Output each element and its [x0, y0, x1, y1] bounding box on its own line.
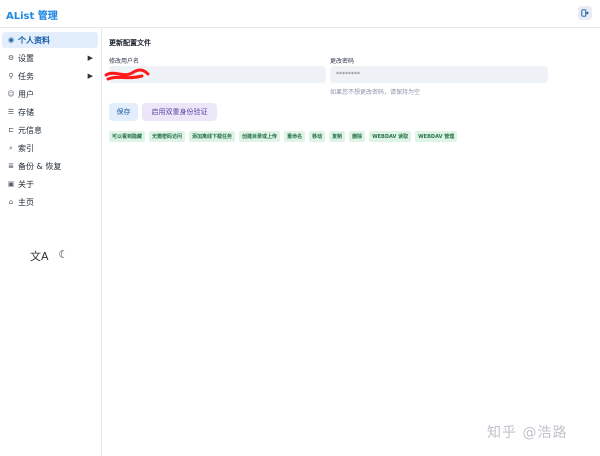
tasks-icon: ⚲ — [8, 72, 14, 80]
sidebar-item-index[interactable]: ⌕ 索引 — [2, 140, 98, 156]
gear-icon: ⚙ — [7, 54, 15, 62]
sidebar-item-label: 索引 — [18, 143, 34, 153]
sidebar-item-label: 元信息 — [18, 125, 42, 135]
meta-icon: ⊏ — [8, 126, 14, 134]
sidebar-item-label: 设置 — [18, 53, 34, 63]
permission-tag: WEBDAV 管理 — [415, 131, 458, 142]
sidebar-item-label: 用户 — [18, 89, 34, 99]
page-title: 更新配置文件 — [109, 39, 151, 47]
sidebar-item-meta[interactable]: ⊏ 元信息 — [2, 122, 98, 138]
password-hint: 如果您不想更改密码，请保持为空 — [330, 89, 421, 96]
enable-2fa-button[interactable]: 启用双重身份验证 — [142, 103, 217, 121]
password-field[interactable] — [330, 66, 548, 83]
sidebar-item-about[interactable]: ▣ 关于 — [2, 176, 98, 192]
sidebar-tools: 文A ☾ — [30, 248, 68, 264]
chevron-right-icon: ▶ — [87, 54, 93, 62]
permission-tag: 添加离线下载任务 — [189, 131, 236, 142]
app-title[interactable]: AList 管理 — [6, 7, 58, 22]
logout-icon — [581, 9, 589, 17]
sidebar-item-users[interactable]: ☺ 用户 — [2, 86, 98, 102]
home-icon: ⌂ — [8, 198, 14, 206]
sidebar-item-label: 关于 — [18, 179, 34, 189]
moon-icon[interactable]: ☾ — [59, 248, 69, 264]
permission-tags: 可以看到隐藏 无需密码访问 添加离线下载任务 创建目录或上传 重命名 移动 复制… — [109, 131, 458, 142]
sidebar-item-label: 个人资料 — [18, 35, 50, 45]
sidebar-item-label: 存储 — [18, 107, 34, 117]
search-icon: ⌕ — [9, 143, 13, 152]
info-icon: ▣ — [7, 180, 15, 188]
watermark: 知乎 @浩路 — [487, 425, 568, 441]
main-content: 更新配置文件 修改用户名 更改密码 如果您不想更改密码，请保持为空 保存 启用双… — [102, 28, 600, 456]
permission-tag: 复制 — [329, 131, 346, 142]
user-circle-icon: ◉ — [7, 36, 15, 44]
sidebar-item-home[interactable]: ⌂ 主页 — [2, 194, 98, 210]
logout-button[interactable] — [578, 6, 592, 20]
sidebar-item-storage[interactable]: ☰ 存储 — [2, 104, 98, 120]
user-icon: ☺ — [7, 90, 15, 98]
sidebar: ◉ 个人资料 ⚙ 设置 ▶ ⚲ 任务 ▶ ☺ 用户 ☰ 存储 ⊏ 元信息 ⌕ 索… — [0, 28, 102, 456]
permission-tag: 删除 — [349, 131, 366, 142]
translate-icon[interactable]: 文A — [30, 248, 49, 264]
sidebar-item-backup[interactable]: ≣ 备份 & 恢复 — [2, 158, 98, 174]
sidebar-item-settings[interactable]: ⚙ 设置 ▶ — [2, 50, 98, 66]
permission-tag: 移动 — [309, 131, 326, 142]
sidebar-item-profile[interactable]: ◉ 个人资料 — [2, 32, 98, 48]
permission-tag: 无需密码访问 — [149, 131, 186, 142]
password-label: 更改密码 — [330, 58, 355, 65]
top-bar: AList 管理 — [0, 0, 600, 28]
permission-tag: 重命名 — [284, 131, 306, 142]
sidebar-item-label: 任务 — [18, 71, 34, 81]
save-button[interactable]: 保存 — [109, 103, 138, 121]
redaction-scribble — [104, 68, 150, 81]
permission-tag: 创建目录或上传 — [239, 131, 281, 142]
sidebar-item-label: 主页 — [18, 197, 34, 207]
permission-tag: 可以看到隐藏 — [109, 131, 146, 142]
sidebar-item-tasks[interactable]: ⚲ 任务 ▶ — [2, 68, 98, 84]
sidebar-item-label: 备份 & 恢复 — [18, 161, 62, 171]
chevron-right-icon: ▶ — [87, 72, 93, 80]
database-icon: ≣ — [8, 162, 14, 170]
storage-icon: ☰ — [7, 108, 15, 116]
username-label: 修改用户名 — [109, 58, 140, 65]
permission-tag: WEBDAV 读取 — [369, 131, 412, 142]
